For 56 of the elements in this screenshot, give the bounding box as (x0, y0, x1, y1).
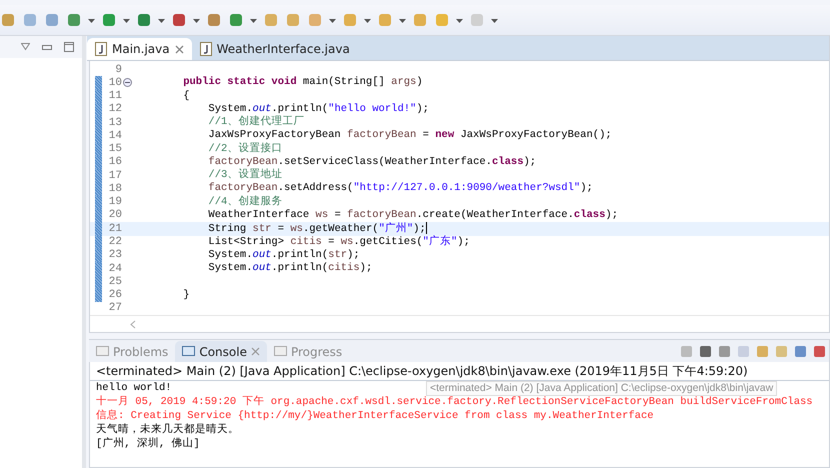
view-icon (274, 346, 287, 358)
code-line: public static void main(String[] args) (182, 76, 423, 90)
editor-tab[interactable]: WeatherInterface.java (192, 38, 358, 60)
view-menu-icon[interactable] (21, 43, 30, 51)
view-icon (96, 346, 109, 358)
line-number: 24 (108, 262, 122, 275)
java-file-icon (200, 42, 212, 56)
line-number: 25 (108, 276, 122, 288)
code-line: System.out.println(str); (207, 248, 360, 262)
close-icon[interactable] (174, 44, 184, 54)
line-number: 17 (108, 170, 122, 182)
line-number: 15 (108, 143, 122, 156)
view-tab[interactable]: Console (175, 341, 267, 362)
console-output: 十一月 05, 2019 4:59:20 下午 org.apache.cxf.wsdl.service.factory.ReflectionServiceFactoryBean buildServiceFromClass (96, 395, 813, 409)
collapse-icon[interactable] (122, 78, 132, 88)
line-number: 26 (108, 289, 122, 302)
code-line: factoryBean.setServiceClass(WeatherInterface.class); (207, 156, 536, 168)
line-number: 21 (108, 222, 122, 235)
code-line: { (182, 90, 190, 103)
scroll-left-icon[interactable] (130, 320, 136, 328)
code-line: String str = ws.getWeather("广州"); (207, 222, 428, 236)
line-number: 18 (108, 182, 122, 195)
line-number: 10 (108, 76, 122, 89)
line-number: 9 (114, 64, 122, 76)
line-number: 14 (108, 130, 122, 142)
code-line: System.out.println(citis); (207, 262, 372, 276)
console-output: hello world! (96, 381, 172, 395)
line-number: 19 (108, 196, 122, 208)
line-number: 11 (108, 90, 122, 102)
line-number: 12 (108, 103, 122, 116)
line-number: 22 (108, 236, 122, 248)
close-icon[interactable] (250, 347, 260, 356)
line-number: 23 (108, 249, 122, 262)
console-output: [广州, 深圳, 佛山] (96, 437, 200, 451)
editor-tab[interactable]: Main.java (87, 38, 192, 60)
code-line: JaxWsProxyFactoryBean factoryBean = new JaxWsProxyFactoryBean(); (207, 129, 612, 142)
view-icon (182, 346, 196, 358)
code-line: //3、设置地址 (207, 169, 282, 182)
code-line: WeatherInterface ws = factoryBean.create(WeatherInterface.class); (207, 208, 618, 222)
console-output: 信息: Creating Service {http://my/}WeatherInterfaceService from class my.WeatherInterface (96, 409, 654, 423)
code-line: //2、设置接口 (207, 142, 282, 156)
console-output: 天气晴，未来几天都是晴天。 (96, 423, 239, 437)
code-line: factoryBean.setAddress("http://127.0.0.1:9090/weather?wsdl"); (207, 182, 593, 195)
java-file-icon (95, 42, 107, 56)
minimize-icon[interactable] (42, 44, 52, 50)
tooltip: <terminated> Main (2) [Java Application] C:\eclipse-oxygen\jdk8\bin\javaw (426, 381, 778, 396)
code-line: List<String> citis = ws.getCities("广东"); (207, 236, 470, 249)
line-number: 16 (108, 156, 122, 168)
line-number: 27 (108, 302, 122, 314)
line-number: 20 (108, 209, 122, 222)
code-line: //4、创建服务 (207, 196, 282, 209)
code-line: System.out.println("hello world!"); (207, 102, 429, 115)
maximize-icon[interactable] (64, 42, 74, 52)
code-line: //1、创建代理工厂 (207, 116, 304, 130)
code-line: } (182, 288, 190, 302)
line-number: 13 (108, 116, 122, 129)
